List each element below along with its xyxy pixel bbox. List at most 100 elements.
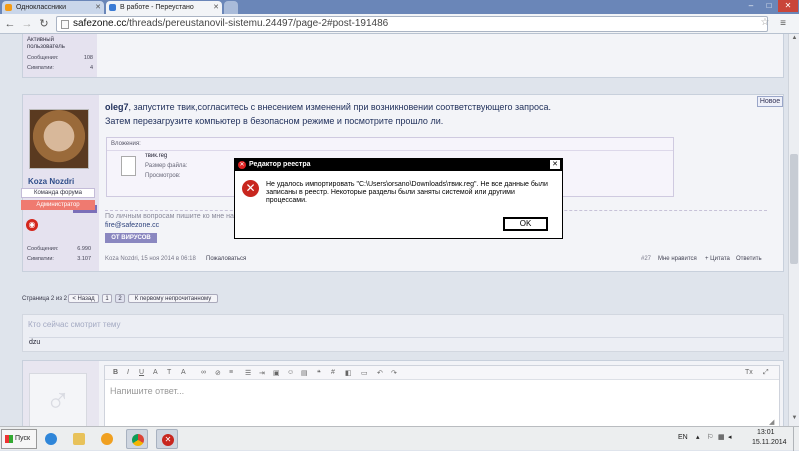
avatar[interactable] (29, 109, 89, 169)
underline-icon[interactable]: U (139, 369, 144, 376)
list-icon[interactable]: ☰ (245, 369, 251, 377)
previous-post-userinfo: Активный пользователь Сообщения: 108 Сим… (23, 34, 97, 77)
like-link[interactable]: Мне нравится (658, 256, 697, 262)
bookmark-star-icon[interactable]: ☆ (758, 16, 772, 30)
tab-label: В работе - Переустано (120, 4, 194, 11)
stat-value: 3.107 (77, 256, 91, 262)
ie-taskbar-icon[interactable] (40, 429, 62, 449)
reply-link[interactable]: Ответить (736, 256, 762, 262)
show-desktop-button[interactable] (793, 427, 799, 451)
editor-toolbar: B I U A T A ∞ ⊘ ≡ ☰ ⇥ ▣ ☺ ▤ ❝ # ◧ ▭ ↶ ↷ (105, 366, 779, 380)
save-icon[interactable]: ▭ (361, 369, 368, 377)
stat-value: 4 (89, 65, 93, 71)
default-avatar-icon: ♂ (29, 373, 87, 426)
error-icon: ✕ (242, 180, 259, 197)
maximize-icon[interactable]: □ (760, 0, 778, 12)
report-link[interactable]: Пожаловаться (206, 256, 246, 262)
action-center-flag-icon[interactable]: ⚐ (707, 433, 713, 441)
post-number[interactable]: #27 (641, 256, 651, 262)
clock-time[interactable]: 13:01 (757, 429, 775, 436)
address-bar[interactable]: safezone.cc/threads/pereustanovil-sistem… (56, 16, 768, 32)
code-icon[interactable]: # (331, 369, 335, 376)
file-views-label: Просмотров: (145, 173, 181, 179)
file-icon[interactable] (121, 156, 136, 176)
network-icon[interactable]: ▦ (718, 433, 725, 441)
reload-icon[interactable]: ↻ (37, 17, 51, 31)
new-tab-button[interactable] (224, 1, 238, 14)
scroll-down-icon[interactable]: ▼ (790, 415, 799, 424)
volume-icon[interactable]: ◂ (728, 433, 732, 441)
windows-logo-icon (5, 435, 13, 443)
back-icon[interactable]: ← (3, 17, 17, 31)
start-button[interactable]: Пуск (1, 429, 37, 449)
close-tab-icon[interactable]: ✕ (95, 1, 101, 14)
bold-icon[interactable]: B (113, 369, 118, 376)
smiley-icon[interactable]: ☺ (287, 369, 294, 376)
mention-link[interactable]: oleg7 (105, 102, 129, 112)
regedit-error-taskbar-icon[interactable]: ✕ (156, 429, 178, 449)
quote-link[interactable]: + Цитата (705, 256, 730, 262)
reply-editor[interactable]: B I U A T A ∞ ⊘ ≡ ☰ ⇥ ▣ ☺ ▤ ❝ # ◧ ▭ ↶ ↷ (104, 365, 780, 426)
remove-format-icon[interactable]: Tx (745, 369, 753, 376)
minimize-icon[interactable]: – (742, 0, 760, 12)
reply-area: ♂ B I U A T A ∞ ⊘ ≡ ☰ ⇥ ▣ ☺ ▤ ❝ # ◧ ▭ ↶ … (22, 360, 784, 426)
page-scrollbar[interactable]: ▲ ▼ (788, 34, 799, 426)
antivirus-award-icon: ◉ (26, 219, 38, 231)
font-icon[interactable]: A (181, 369, 186, 376)
url-domain: safezone.cc (73, 18, 127, 29)
divider (29, 337, 783, 338)
tab-odnoklassniki[interactable]: Одноклассники ✕ (2, 1, 104, 14)
close-window-icon[interactable]: ✕ (778, 0, 798, 12)
scroll-thumb[interactable] (790, 154, 798, 264)
italic-icon[interactable]: I (127, 369, 129, 376)
page-2-button[interactable]: 2 (115, 294, 125, 303)
page-1-button[interactable]: 1 (102, 294, 112, 303)
tray-expand-icon[interactable]: ▴ (696, 433, 700, 441)
text-color-icon[interactable]: A (153, 369, 158, 376)
scroll-up-icon[interactable]: ▲ (790, 35, 799, 44)
expand-editor-icon[interactable]: ⤢ (763, 369, 769, 377)
dialog-close-icon[interactable]: ✕ (550, 160, 560, 169)
post-text: , запустите твик,согласитесь с внесением… (128, 102, 552, 112)
viewer-name[interactable]: dzu (29, 339, 40, 346)
file-name[interactable]: твик.reg (145, 153, 167, 159)
tab-safezone[interactable]: В работе - Переустано ✕ (106, 1, 222, 14)
ok-button[interactable]: OK (503, 217, 548, 231)
media-player-taskbar-icon[interactable] (96, 429, 118, 449)
link-icon[interactable]: ∞ (201, 369, 206, 376)
explorer-taskbar-icon[interactable] (68, 429, 90, 449)
spoiler-icon[interactable]: ◧ (345, 369, 352, 377)
signature-banner[interactable]: ОТ ВИРУСОВ (105, 233, 157, 243)
first-unread-button[interactable]: К первому непрочитанному (128, 294, 218, 303)
role-badge: Администратор (21, 200, 95, 210)
align-icon[interactable]: ≡ (229, 369, 233, 376)
url-path: /threads/pereustanovil-sistemu.24497/pag… (126, 18, 389, 29)
dialog-message: Не удалось импортировать "C:\Users\orsan… (266, 181, 548, 204)
unlink-icon[interactable]: ⊘ (215, 369, 221, 377)
stat-value: 6.990 (77, 246, 91, 252)
indent-icon[interactable]: ⇥ (259, 369, 265, 377)
text-size-icon[interactable]: T (167, 369, 171, 376)
resize-handle-icon[interactable]: ◢ (769, 418, 774, 426)
prev-page-button[interactable]: < Назад (68, 294, 99, 303)
quote-icon[interactable]: ❝ (317, 369, 321, 377)
close-tab-icon[interactable]: ✕ (213, 1, 219, 14)
clock-date[interactable]: 15.11.2014 (752, 439, 787, 446)
undo-icon[interactable]: ↶ (377, 369, 383, 377)
signature-email[interactable]: fire@safezone.cc (105, 222, 159, 229)
language-indicator[interactable]: EN (678, 434, 688, 441)
media-icon[interactable]: ▤ (301, 369, 308, 377)
stat-label: Симпатии: (27, 65, 54, 71)
image-icon[interactable]: ▣ (273, 369, 280, 377)
forward-icon[interactable]: → (20, 17, 34, 31)
stat-label: Сообщения: (27, 55, 59, 61)
chrome-taskbar-icon[interactable] (126, 429, 148, 449)
redo-icon[interactable]: ↷ (391, 369, 397, 377)
dialog-title: Редактор реестра (249, 161, 311, 168)
safezone-icon (109, 4, 116, 11)
divider (107, 150, 673, 151)
author-name[interactable]: Koza Nozdri (28, 177, 74, 186)
menu-icon[interactable]: ≡ (776, 17, 790, 31)
post-userinfo: Koza Nozdri Онлайн Команда форума Админи… (21, 95, 99, 271)
odnoklassniki-icon (5, 4, 12, 11)
